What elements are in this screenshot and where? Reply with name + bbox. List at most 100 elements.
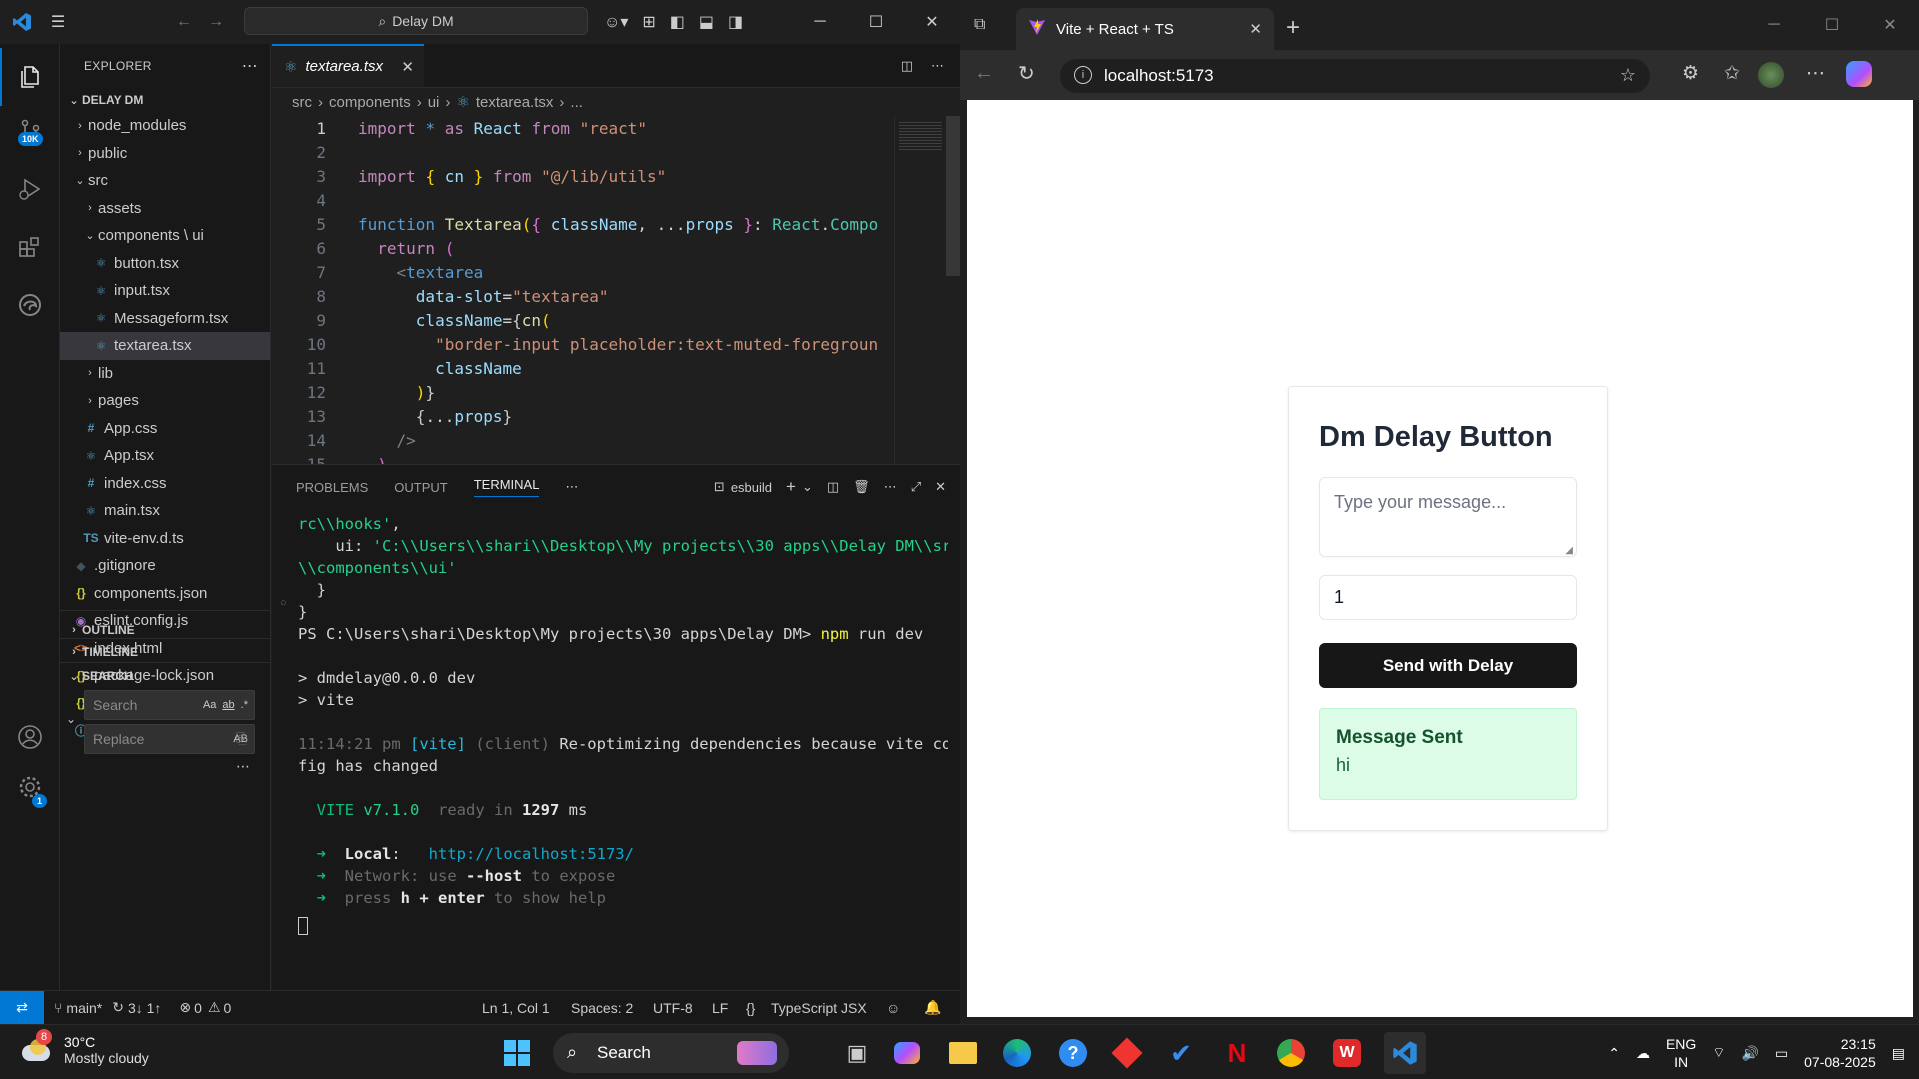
profile-avatar[interactable] bbox=[1758, 62, 1784, 88]
extensions-icon[interactable]: ⚙ bbox=[1682, 62, 1699, 85]
tree-item[interactable]: ⚛ button.tsx bbox=[60, 250, 270, 278]
tree-item[interactable]: › pages bbox=[60, 387, 270, 415]
maximize-panel-icon[interactable]: ⤢ bbox=[911, 479, 921, 495]
refresh-icon[interactable]: ↻ bbox=[1018, 61, 1035, 86]
toggle-sidebar-icon[interactable]: ◧ bbox=[670, 12, 685, 32]
copilot-app-icon[interactable] bbox=[886, 1032, 928, 1074]
status-sync[interactable]: 3↓ 1↑ bbox=[128, 1000, 161, 1016]
status-eol[interactable]: LF bbox=[712, 1000, 728, 1016]
weather-widget[interactable]: 8 30°C Mostly cloudy bbox=[20, 1029, 149, 1067]
browser-menu-icon[interactable]: ⋯ bbox=[1806, 62, 1825, 85]
toggle-panel-icon[interactable]: ⬓ bbox=[699, 12, 714, 32]
status-encoding[interactable]: UTF-8 bbox=[653, 1000, 693, 1016]
search-section[interactable]: ⌄ SEARCH bbox=[60, 664, 271, 688]
task-view-icon[interactable]: ▣ bbox=[836, 1032, 878, 1074]
favorite-star-icon[interactable]: ☆ bbox=[1620, 65, 1636, 86]
site-info-icon[interactable]: i bbox=[1074, 66, 1092, 84]
trash-icon[interactable]: 🗑 bbox=[853, 479, 870, 495]
browser-tab[interactable]: Vite + React + TS ✕ bbox=[1016, 8, 1274, 50]
close-icon[interactable]: ✕ bbox=[904, 0, 960, 44]
todo-icon[interactable]: ✔ bbox=[1160, 1032, 1202, 1074]
wifi-icon[interactable]: ⌔ bbox=[1712, 1044, 1725, 1062]
minimap[interactable] bbox=[894, 116, 946, 508]
tree-item[interactable]: ⌄ src bbox=[60, 167, 270, 195]
explorer-icon[interactable] bbox=[0, 48, 60, 106]
timeline-section[interactable]: › TIMELINE bbox=[60, 640, 271, 664]
tab-output[interactable]: OUTPUT bbox=[394, 480, 447, 495]
status-position[interactable]: Ln 1, Col 1 bbox=[482, 1000, 550, 1016]
run-debug-icon[interactable] bbox=[0, 160, 60, 218]
vscode-taskbar-icon[interactable] bbox=[1384, 1032, 1426, 1074]
tree-item[interactable]: ⚛ App.tsx bbox=[60, 442, 270, 470]
close-tab-icon[interactable]: ✕ bbox=[401, 58, 414, 76]
status-spaces[interactable]: Spaces: 2 bbox=[571, 1000, 633, 1016]
settings-gear-icon[interactable]: 1 bbox=[0, 758, 60, 816]
close-tab-icon[interactable]: ✕ bbox=[1249, 20, 1262, 38]
panel-more-icon[interactable]: ⋯ bbox=[565, 479, 578, 495]
tree-item[interactable]: ⚛ input.tsx bbox=[60, 277, 270, 305]
delay-input[interactable]: 1 bbox=[1319, 575, 1577, 620]
project-root[interactable]: ⌄ DELAY DM bbox=[60, 88, 270, 112]
tab-problems[interactable]: PROBLEMS bbox=[296, 480, 368, 495]
tree-item[interactable]: # App.css bbox=[60, 415, 270, 443]
tree-item[interactable]: {} components.json bbox=[60, 580, 270, 608]
tree-item[interactable]: # index.css bbox=[60, 470, 270, 498]
notification-center-icon[interactable]: ▤ bbox=[1892, 1045, 1905, 1062]
chevron-up-icon[interactable]: ⌃ bbox=[1608, 1045, 1620, 1062]
battery-icon[interactable]: ▭ bbox=[1775, 1045, 1788, 1062]
split-terminal-icon[interactable]: ◫ bbox=[827, 479, 839, 495]
breadcrumb-item[interactable]: ui bbox=[428, 94, 440, 111]
edge-icon[interactable] bbox=[996, 1032, 1038, 1074]
code-editor[interactable]: 1 import * as React from "react" 2 3 import … bbox=[272, 116, 960, 508]
language-indicator[interactable]: ENG IN bbox=[1666, 1035, 1696, 1071]
notifications-icon[interactable]: 🔔 bbox=[924, 999, 941, 1016]
split-editor-icon[interactable]: ◫ bbox=[901, 58, 913, 74]
more-search-icon[interactable]: ⋯ bbox=[236, 758, 250, 775]
sidebar-replace-input[interactable]: Replace AB bbox=[84, 724, 255, 754]
new-tab-icon[interactable]: + bbox=[1286, 14, 1300, 42]
chrome-icon[interactable] bbox=[1270, 1032, 1312, 1074]
chevron-down-icon[interactable]: ⌄ bbox=[802, 479, 813, 495]
close-icon[interactable]: ✕ bbox=[1861, 0, 1919, 50]
replace-all-icon[interactable]: ⎘ bbox=[236, 730, 247, 747]
close-panel-icon[interactable]: ✕ bbox=[935, 479, 946, 495]
tree-item[interactable]: ⌄ components \ ui bbox=[60, 222, 270, 250]
terminal-name[interactable]: esbuild bbox=[731, 480, 772, 495]
minimize-icon[interactable]: ─ bbox=[1745, 0, 1803, 50]
tree-item[interactable]: ⚛ textarea.tsx bbox=[60, 332, 270, 360]
address-bar[interactable]: i localhost:5173 ☆ bbox=[1060, 59, 1650, 93]
copilot-status-icon[interactable]: ☺ bbox=[886, 1000, 900, 1016]
status-errors[interactable]: 0 bbox=[194, 1000, 202, 1016]
send-with-delay-button[interactable]: Send with Delay bbox=[1319, 643, 1577, 688]
maximize-icon[interactable]: ☐ bbox=[848, 0, 904, 44]
forward-arrow-icon[interactable]: → bbox=[204, 10, 228, 34]
tree-item[interactable]: ⚛ main.tsx bbox=[60, 497, 270, 525]
match-case-icon[interactable]: Aa bbox=[203, 699, 216, 711]
help-icon[interactable]: ? bbox=[1052, 1032, 1094, 1074]
app-red-icon[interactable] bbox=[1106, 1032, 1148, 1074]
menu-icon[interactable]: ☰ bbox=[46, 10, 70, 34]
remote-icon[interactable]: ⇄ bbox=[0, 990, 44, 1025]
netflix-icon[interactable]: N bbox=[1216, 1032, 1258, 1074]
terminal-output[interactable]: rc\\hooks', ui: 'C:\\Users\\shari\\Deskt… bbox=[298, 513, 948, 909]
extensions-icon[interactable] bbox=[0, 218, 60, 276]
breadcrumb-item[interactable]: src bbox=[292, 94, 312, 111]
source-control-icon[interactable]: 10K bbox=[0, 102, 60, 160]
breadcrumb-item[interactable]: ... bbox=[570, 94, 583, 111]
status-language[interactable]: TypeScript JSX bbox=[771, 1000, 867, 1016]
customize-layout-icon[interactable]: ⊞ bbox=[642, 12, 655, 32]
toggle-replace-icon[interactable]: ⌄ bbox=[66, 712, 76, 726]
tree-item[interactable]: ⚛ Messageform.tsx bbox=[60, 305, 270, 333]
tab-terminal[interactable]: TERMINAL bbox=[473, 477, 540, 497]
tree-item[interactable]: ◆ .gitignore bbox=[60, 552, 270, 580]
editor-scrollbar[interactable] bbox=[946, 116, 960, 276]
favorites-icon[interactable]: ✩ bbox=[1724, 62, 1740, 85]
maximize-icon[interactable]: ☐ bbox=[1803, 0, 1861, 50]
breadcrumb-item[interactable]: textarea.tsx bbox=[476, 94, 554, 111]
more-actions-icon[interactable]: ⋯ bbox=[242, 56, 258, 76]
start-icon[interactable] bbox=[496, 1032, 538, 1074]
status-branch[interactable]: main* bbox=[66, 1000, 102, 1016]
tree-item[interactable]: TS vite-env.d.ts bbox=[60, 525, 270, 553]
minimize-icon[interactable]: ─ bbox=[792, 0, 848, 44]
tab-textarea[interactable]: ⚛ textarea.tsx ✕ bbox=[272, 44, 424, 87]
